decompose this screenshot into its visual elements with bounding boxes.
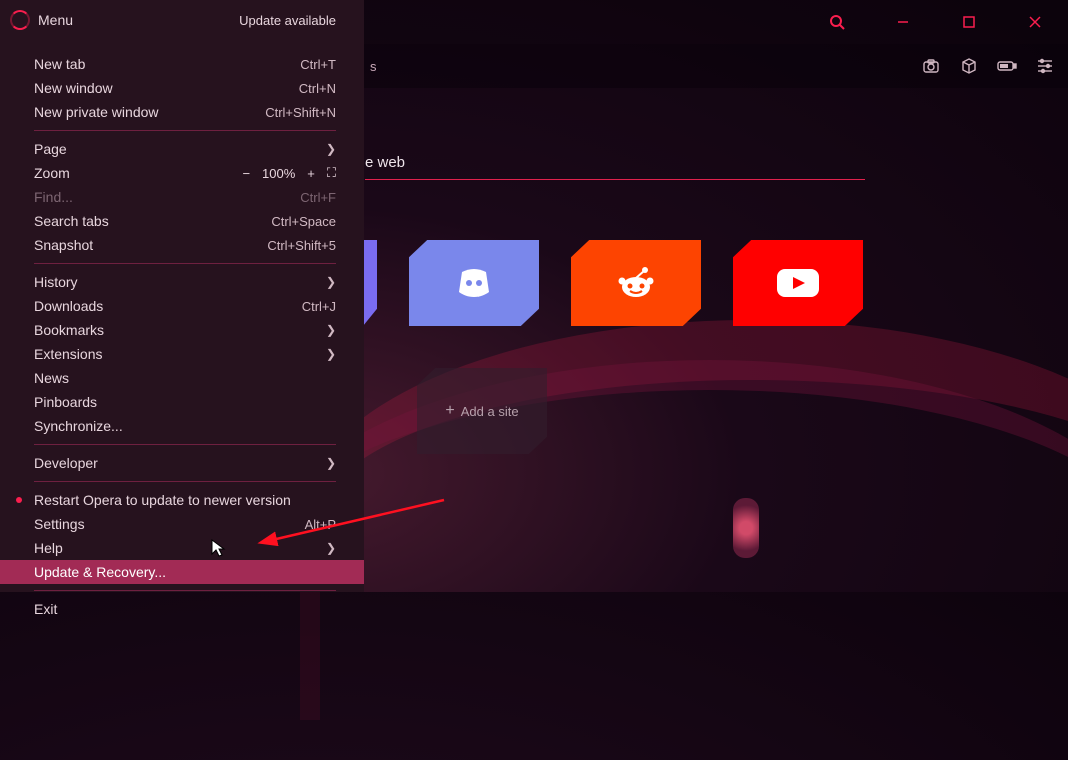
zoom-value: 100% bbox=[262, 166, 295, 181]
menu-item-extensions[interactable]: Extensions ❯ bbox=[0, 342, 364, 366]
menu-item-label: New window bbox=[34, 80, 113, 96]
menu-item-restart-opera-to-update-to-newer-version[interactable]: Restart Opera to update to newer version bbox=[0, 488, 364, 512]
menu-item-label: Find... bbox=[34, 189, 73, 205]
chevron-right-icon: ❯ bbox=[326, 456, 336, 470]
chevron-right-icon: ❯ bbox=[326, 275, 336, 289]
menu-item-label: Search tabs bbox=[34, 213, 109, 229]
menu-separator bbox=[34, 481, 336, 482]
menu-item-label: Snapshot bbox=[34, 237, 93, 253]
tile-add-site[interactable]: + Add a site bbox=[417, 368, 547, 454]
menu-item-search-tabs[interactable]: Search tabs Ctrl+Space bbox=[0, 209, 364, 233]
tile-reddit[interactable] bbox=[571, 240, 701, 326]
speed-dial: e web + Add a site bbox=[365, 100, 1048, 454]
menu-item-bookmarks[interactable]: Bookmarks ❯ bbox=[0, 318, 364, 342]
menu-title: Menu bbox=[38, 12, 73, 28]
battery-icon[interactable] bbox=[996, 55, 1018, 77]
opera-logo-icon bbox=[10, 10, 30, 30]
menu-item-label: Synchronize... bbox=[34, 418, 123, 434]
zoom-in-button[interactable]: + bbox=[305, 166, 317, 181]
fullscreen-icon[interactable]: ⛶ bbox=[327, 165, 336, 181]
menu-item-label: Pinboards bbox=[34, 394, 97, 410]
menu-item-news[interactable]: News bbox=[0, 366, 364, 390]
menu-item-new-private-window[interactable]: New private window Ctrl+Shift+N bbox=[0, 100, 364, 124]
maximize-button[interactable] bbox=[946, 5, 992, 39]
menu-item-label: Downloads bbox=[34, 298, 103, 314]
menu-shortcut: Ctrl+Space bbox=[271, 214, 336, 229]
menu-item-label: Developer bbox=[34, 455, 98, 471]
menu-item-find[interactable]: Find... Ctrl+F bbox=[0, 185, 364, 209]
menu-item-page[interactable]: Page ❯ bbox=[0, 137, 364, 161]
tile-discord[interactable] bbox=[409, 240, 539, 326]
menu-item-developer[interactable]: Developer ❯ bbox=[0, 451, 364, 475]
menu-item-label: New private window bbox=[34, 104, 159, 120]
tile-row bbox=[365, 240, 1048, 326]
menu-item-label: News bbox=[34, 370, 69, 386]
menu-item-history[interactable]: History ❯ bbox=[0, 270, 364, 294]
menu-item-synchronize[interactable]: Synchronize... bbox=[0, 414, 364, 438]
heading-fragment: e web bbox=[365, 154, 1048, 171]
menu-item-label: Help bbox=[34, 540, 63, 556]
menu-header: Menu Update available bbox=[0, 0, 364, 40]
menu-item-label: Exit bbox=[34, 601, 57, 617]
chevron-right-icon: ❯ bbox=[326, 323, 336, 337]
tile-row: + Add a site bbox=[365, 368, 1048, 454]
menu-item-help[interactable]: Help ❯ bbox=[0, 536, 364, 560]
menu-item-label: New tab bbox=[34, 56, 85, 72]
menu-item-downloads[interactable]: Downloads Ctrl+J bbox=[0, 294, 364, 318]
menu-item-zoom[interactable]: Zoom −100% + ⛶ bbox=[0, 161, 364, 185]
menu-shortcut: Ctrl+Shift+N bbox=[265, 105, 336, 120]
close-button[interactable] bbox=[1012, 5, 1058, 39]
minimize-button[interactable] bbox=[880, 5, 926, 39]
menu-shortcut: Ctrl+N bbox=[299, 81, 336, 96]
menu-item-new-tab[interactable]: New tab Ctrl+T bbox=[0, 52, 364, 76]
menu-item-update-recovery[interactable]: Update & Recovery... bbox=[0, 560, 364, 584]
menu-separator bbox=[34, 130, 336, 131]
menu-item-settings[interactable]: Settings Alt+P bbox=[0, 512, 364, 536]
menu-shortcut: Ctrl+F bbox=[300, 190, 336, 205]
menu-item-label: History bbox=[34, 274, 78, 290]
camera-icon[interactable] bbox=[920, 55, 942, 77]
menu-shortcut: Ctrl+Shift+5 bbox=[267, 238, 336, 253]
menu-item-label: Bookmarks bbox=[34, 322, 104, 338]
tile-add-label: Add a site bbox=[461, 404, 519, 419]
zoom-controls: −100% + ⛶ bbox=[240, 165, 336, 181]
menu-item-label: Zoom bbox=[34, 165, 70, 181]
address-fragment: s bbox=[370, 59, 377, 74]
search-icon[interactable] bbox=[814, 5, 860, 39]
menu-item-label: Restart Opera to update to newer version bbox=[34, 492, 291, 508]
menu-item-pinboards[interactable]: Pinboards bbox=[0, 390, 364, 414]
menu-separator bbox=[34, 263, 336, 264]
menu-separator bbox=[34, 590, 336, 591]
update-available-label[interactable]: Update available bbox=[239, 13, 336, 28]
chevron-right-icon: ❯ bbox=[326, 347, 336, 361]
menu-separator bbox=[34, 444, 336, 445]
plus-icon: + bbox=[445, 402, 454, 420]
tile-youtube[interactable] bbox=[733, 240, 863, 326]
menu-item-label: Update & Recovery... bbox=[34, 564, 166, 580]
menu-item-label: Page bbox=[34, 141, 67, 157]
chevron-right-icon: ❯ bbox=[326, 142, 336, 156]
menu-item-label: Settings bbox=[34, 516, 85, 532]
chevron-right-icon: ❯ bbox=[326, 541, 336, 555]
gx-orb-decor bbox=[733, 498, 759, 558]
menu-item-label: Extensions bbox=[34, 346, 102, 362]
cube-icon[interactable] bbox=[958, 55, 980, 77]
menu-item-new-window[interactable]: New window Ctrl+N bbox=[0, 76, 364, 100]
heading-underline bbox=[365, 179, 865, 180]
menu-shortcut: Ctrl+J bbox=[302, 299, 336, 314]
zoom-out-button[interactable]: − bbox=[240, 166, 252, 181]
menu-item-exit[interactable]: Exit bbox=[0, 597, 364, 621]
menu-shortcut: Alt+P bbox=[305, 517, 336, 532]
menu-shortcut: Ctrl+T bbox=[300, 57, 336, 72]
opera-menu: Menu Update available New tab Ctrl+T New w… bbox=[0, 0, 364, 592]
menu-item-snapshot[interactable]: Snapshot Ctrl+Shift+5 bbox=[0, 233, 364, 257]
sliders-icon[interactable] bbox=[1034, 55, 1056, 77]
